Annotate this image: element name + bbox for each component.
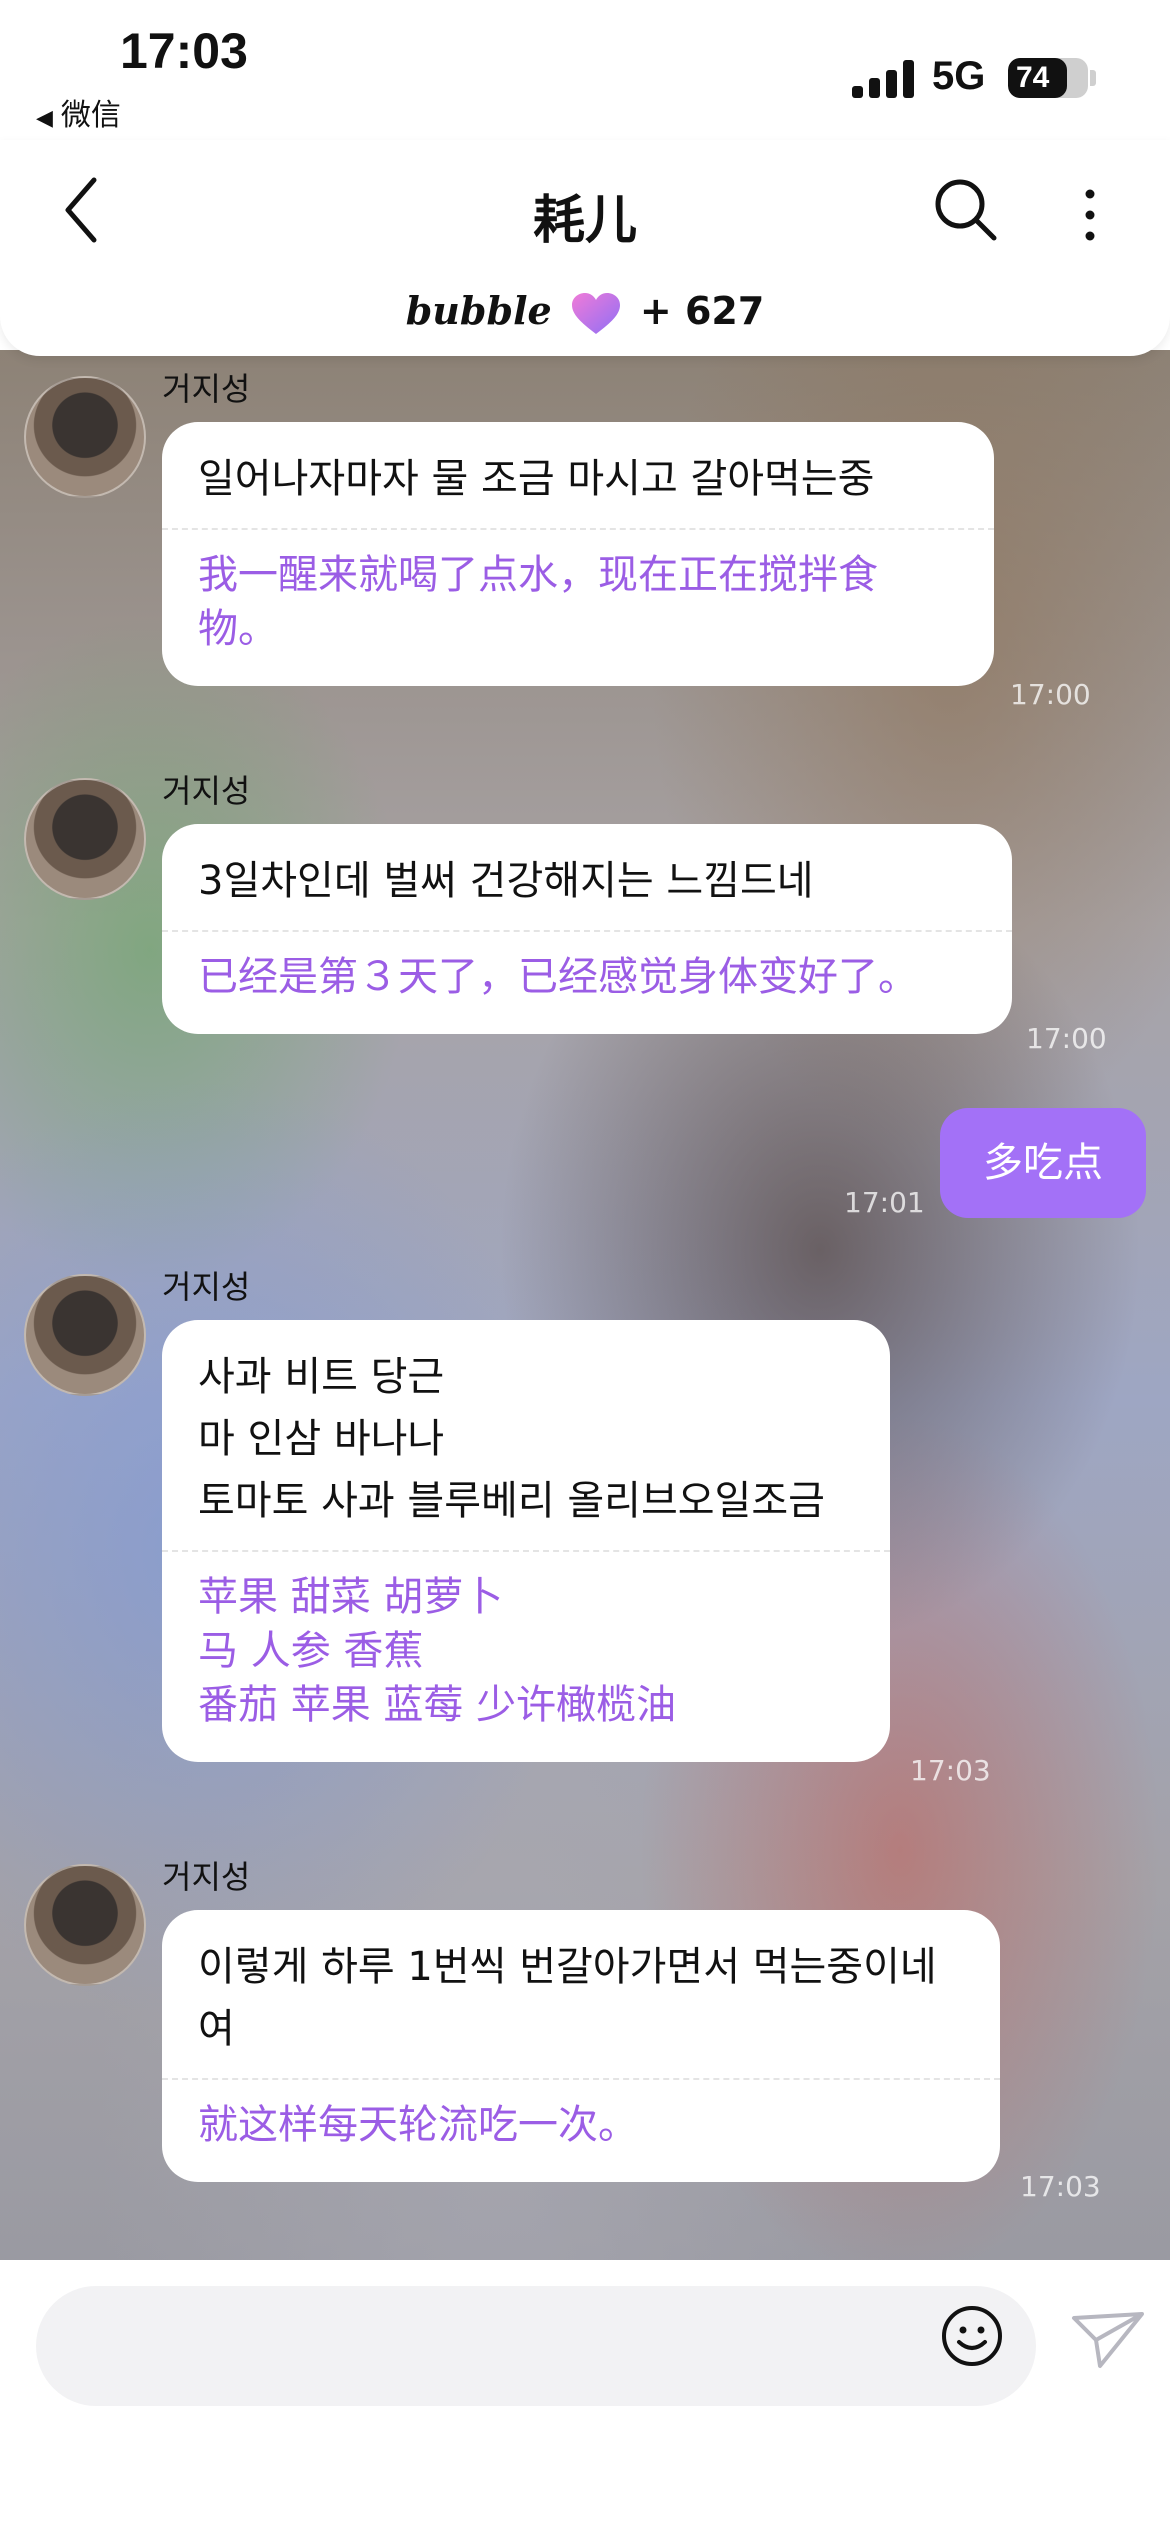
bubble-count: + 627	[639, 289, 765, 333]
avatar[interactable]	[24, 376, 146, 498]
message-bubble[interactable]: 일어나자마자 물 조금 마시고 갈아먹는중 我一醒来就喝了点水，现在正在搅拌食 …	[162, 422, 994, 686]
translation-divider	[162, 930, 1012, 932]
chat-header: 耗儿 bubble + 627	[0, 140, 1170, 356]
battery-icon: 74	[1008, 58, 1088, 98]
translation-divider	[162, 528, 994, 530]
back-app-label: 微信	[60, 98, 121, 133]
message-translation: 苹果 甜菜 胡萝卜 马 人参 香蕉 番茄 苹果 蓝莓 少许橄榄油	[198, 1574, 677, 1728]
message-time: 17:00	[1026, 1022, 1107, 1055]
message-korean: 일어나자마자 물 조금 마시고 갈아먹는중	[198, 456, 875, 502]
search-icon	[935, 179, 997, 241]
message-translation: 就这样每天轮流吃一次。	[198, 2102, 638, 2148]
translation-divider	[162, 2078, 1000, 2080]
message-korean: 사과 비트 당근 마 인삼 바나나 토마토 사과 블루베리 올리브오일조금	[198, 1354, 825, 1524]
input-bar	[0, 2260, 1170, 2532]
sender-name: 거지성	[162, 1858, 251, 1896]
my-message-time: 17:01	[844, 1186, 925, 1219]
send-button[interactable]	[1070, 2310, 1146, 2370]
paper-plane-icon	[1072, 2312, 1144, 2368]
sender-name: 거지성	[162, 370, 251, 408]
message-input[interactable]	[36, 2286, 1036, 2406]
message-korean: 이렇게 하루 1번씩 번갈아가면서 먹는중이네 여	[198, 1944, 937, 2052]
message-time: 17:03	[1020, 2170, 1101, 2203]
back-to-app-link[interactable]: ◀ 微信	[36, 90, 121, 134]
heart-icon	[571, 292, 620, 334]
message-time: 17:00	[1010, 678, 1091, 711]
message-korean: 3일차인데 벌써 건강해지는 느낌드네	[198, 858, 814, 904]
emoji-button[interactable]	[940, 2304, 1004, 2368]
sender-name: 거지성	[162, 1268, 251, 1306]
message-translation: 我一醒来就喝了点水，现在正在搅拌食 物。	[198, 552, 878, 652]
battery-level: 74	[1016, 61, 1050, 94]
avatar[interactable]	[24, 1864, 146, 1986]
my-message-bubble[interactable]: 多吃点	[940, 1108, 1146, 1218]
back-triangle-icon: ◀	[36, 106, 53, 131]
message-time: 17:03	[910, 1754, 991, 1787]
message-bubble[interactable]: 이렇게 하루 1번씩 번갈아가면서 먹는중이네 여 就这样每天轮流吃一次。	[162, 1910, 1000, 2182]
translation-divider	[162, 1550, 890, 1552]
network-type: 5G	[932, 54, 986, 98]
more-vertical-icon	[1085, 189, 1095, 241]
bubble-subscription[interactable]: bubble + 627	[0, 288, 1170, 336]
message-translation: 已经是第３天了，已经感觉身体变好了。	[198, 954, 918, 1000]
search-button[interactable]	[930, 174, 1000, 244]
avatar[interactable]	[24, 778, 146, 900]
message-bubble[interactable]: 3일차인데 벌써 건강해지는 느낌드네 已经是第３天了，已经感觉身体变好了。	[162, 824, 1012, 1034]
avatar[interactable]	[24, 1274, 146, 1396]
bubble-logo: bubble	[405, 288, 552, 333]
sender-name: 거지성	[162, 772, 251, 810]
message-bubble[interactable]: 사과 비트 당근 마 인삼 바나나 토마토 사과 블루베리 올리브오일조금 苹果…	[162, 1320, 890, 1762]
smiley-icon	[942, 2306, 1002, 2366]
more-button[interactable]	[1070, 180, 1110, 250]
status-time: 17:03	[120, 23, 248, 79]
status-bar: 17:03 ◀ 微信 5G 74	[0, 0, 1170, 140]
signal-icon	[852, 60, 916, 98]
battery-tip	[1090, 70, 1096, 86]
chat-area[interactable]: 거지성 일어나자마자 물 조금 마시고 갈아먹는중 我一醒来就喝了点水，现在正在…	[0, 350, 1170, 2260]
